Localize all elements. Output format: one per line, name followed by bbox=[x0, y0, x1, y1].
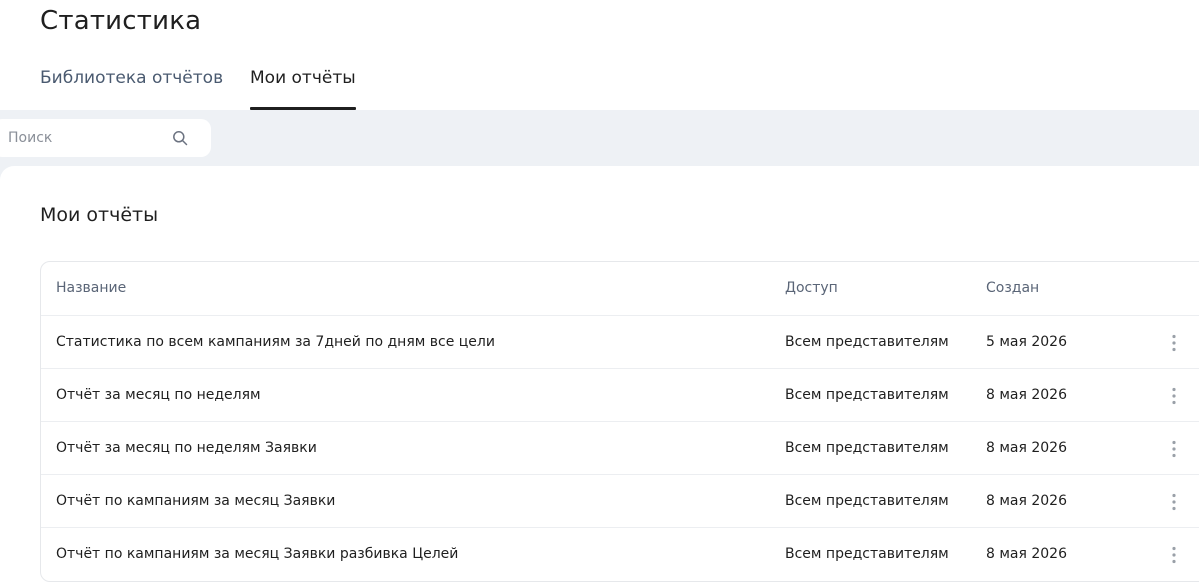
table-row[interactable]: Отчёт по кампаниям за месяц Заявки Всем … bbox=[41, 474, 1199, 527]
report-name[interactable]: Отчёт по кампаниям за месяц Заявки разби… bbox=[56, 528, 458, 581]
report-created: 8 мая 2026 bbox=[986, 440, 1067, 456]
page-title: Статистика bbox=[40, 6, 202, 36]
column-header-created[interactable]: Создан bbox=[986, 262, 1039, 315]
report-access: Всем представителям bbox=[785, 334, 949, 350]
report-name[interactable]: Отчёт по кампаниям за месяц Заявки bbox=[56, 475, 335, 528]
section-title: Мои отчёты bbox=[40, 204, 159, 226]
tab-my-reports[interactable]: Мои отчёты bbox=[250, 64, 356, 110]
column-header-access[interactable]: Доступ bbox=[785, 262, 838, 315]
report-name[interactable]: Статистика по всем кампаниям за 7дней по… bbox=[56, 316, 495, 369]
table-row[interactable]: Отчёт по кампаниям за месяц Заявки разби… bbox=[41, 527, 1199, 580]
report-created: 8 мая 2026 bbox=[986, 387, 1067, 403]
report-created: 5 мая 2026 bbox=[986, 334, 1067, 350]
report-access: Всем представителям bbox=[785, 493, 949, 509]
reports-table: Название Доступ Создан Статистика по все… bbox=[40, 261, 1199, 582]
table-header: Название Доступ Создан bbox=[41, 262, 1199, 315]
more-vertical-icon[interactable] bbox=[1165, 422, 1183, 475]
more-vertical-icon[interactable] bbox=[1165, 369, 1183, 422]
report-name[interactable]: Отчёт за месяц по неделям Заявки bbox=[56, 422, 317, 475]
report-access: Всем представителям bbox=[785, 387, 949, 403]
reports-card: Мои отчёты Название Доступ Создан Статис… bbox=[0, 166, 1199, 582]
table-row[interactable]: Статистика по всем кампаниям за 7дней по… bbox=[41, 315, 1199, 368]
table-row[interactable]: Отчёт за месяц по неделям Всем представи… bbox=[41, 368, 1199, 421]
search-box[interactable] bbox=[0, 119, 211, 157]
report-access: Всем представителям bbox=[785, 546, 949, 562]
table-row[interactable]: Отчёт за месяц по неделям Заявки Всем пр… bbox=[41, 421, 1199, 474]
search-input[interactable] bbox=[8, 119, 168, 157]
more-vertical-icon[interactable] bbox=[1165, 316, 1183, 369]
page: Статистика Библиотека отчётов Мои отчёты… bbox=[0, 0, 1199, 582]
more-vertical-icon[interactable] bbox=[1165, 528, 1183, 581]
report-name[interactable]: Отчёт за месяц по неделям bbox=[56, 369, 261, 422]
column-header-name[interactable]: Название bbox=[56, 262, 126, 315]
search-icon[interactable] bbox=[172, 130, 188, 146]
report-access: Всем представителям bbox=[785, 440, 949, 456]
report-created: 8 мая 2026 bbox=[986, 493, 1067, 509]
more-vertical-icon[interactable] bbox=[1165, 475, 1183, 528]
report-created: 8 мая 2026 bbox=[986, 546, 1067, 562]
tab-report-library[interactable]: Библиотека отчётов bbox=[40, 64, 223, 110]
